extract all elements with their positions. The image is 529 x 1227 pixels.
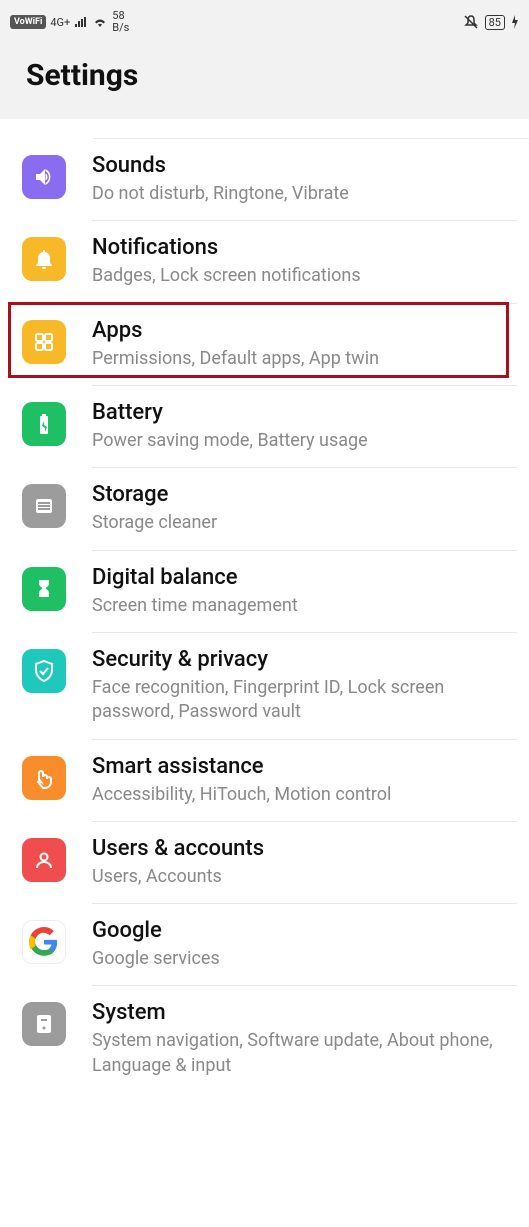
status-left: VoWiFi 4G+ 58 B/s xyxy=(10,10,129,34)
item-title: Digital balance xyxy=(92,565,517,590)
apps-icon xyxy=(22,320,66,364)
item-title: Security & privacy xyxy=(92,647,517,672)
item-subtitle: Do not disturb, Ringtone, Vibrate xyxy=(92,182,517,206)
settings-list: Sounds Do not disturb, Ringtone, Vibrate… xyxy=(0,119,529,1092)
settings-item-notifications[interactable]: Notifications Badges, Lock screen notifi… xyxy=(0,221,529,303)
settings-item-storage[interactable]: Storage Storage cleaner xyxy=(0,468,529,550)
signal-icon xyxy=(74,16,88,28)
settings-item-smart-assistance[interactable]: Smart assistance Accessibility, HiTouch,… xyxy=(0,740,529,822)
settings-item-sounds[interactable]: Sounds Do not disturb, Ringtone, Vibrate xyxy=(0,139,529,221)
sounds-icon xyxy=(22,155,66,199)
item-title: Users & accounts xyxy=(92,836,517,861)
google-icon xyxy=(22,920,66,964)
header: VoWiFi 4G+ 58 B/s 85 Settings xyxy=(0,0,529,119)
item-title: Smart assistance xyxy=(92,754,517,779)
charging-icon xyxy=(511,15,519,29)
security-icon xyxy=(22,649,66,693)
system-icon xyxy=(22,1002,66,1046)
item-title: Apps xyxy=(92,318,517,343)
item-subtitle: Screen time management xyxy=(92,594,517,618)
settings-item-system[interactable]: System System navigation, Software updat… xyxy=(0,986,529,1092)
settings-item-google[interactable]: Google Google services xyxy=(0,904,529,986)
network-speed: 58 B/s xyxy=(112,10,129,34)
notifications-icon xyxy=(22,237,66,281)
settings-item-apps[interactable]: Apps Permissions, Default apps, App twin xyxy=(0,304,529,386)
item-title: Battery xyxy=(92,400,517,425)
item-subtitle: Google services xyxy=(92,947,517,971)
settings-item-battery[interactable]: Battery Power saving mode, Battery usage xyxy=(0,386,529,468)
storage-icon xyxy=(22,484,66,528)
item-title: Notifications xyxy=(92,235,517,260)
settings-item-users-accounts[interactable]: Users & accounts Users, Accounts xyxy=(0,822,529,904)
item-title: System xyxy=(92,1000,517,1025)
speed-unit: B/s xyxy=(112,22,129,34)
wifi-icon xyxy=(92,16,108,28)
users-accounts-icon xyxy=(22,838,66,882)
settings-item-security[interactable]: Security & privacy Face recognition, Fin… xyxy=(0,633,529,740)
item-title: Storage xyxy=(92,482,517,507)
item-title: Sounds xyxy=(92,153,517,178)
item-title: Google xyxy=(92,918,517,943)
item-subtitle: Users, Accounts xyxy=(92,865,517,889)
item-subtitle: Badges, Lock screen notifications xyxy=(92,264,517,288)
item-subtitle: Permissions, Default apps, App twin xyxy=(92,347,517,371)
network-indicator: 4G+ xyxy=(50,17,70,28)
battery-indicator: 85 xyxy=(485,15,505,30)
digital-balance-icon xyxy=(22,567,66,611)
battery-icon xyxy=(22,402,66,446)
previous-item-cutoff xyxy=(93,119,529,139)
settings-item-digital-balance[interactable]: Digital balance Screen time management xyxy=(0,551,529,633)
smart-assistance-icon xyxy=(22,756,66,800)
status-right: 85 xyxy=(463,14,519,30)
status-bar: VoWiFi 4G+ 58 B/s 85 xyxy=(0,0,529,40)
vowifi-badge: VoWiFi xyxy=(10,15,46,29)
item-subtitle: Face recognition, Fingerprint ID, Lock s… xyxy=(92,676,517,725)
item-subtitle: Storage cleaner xyxy=(92,511,517,535)
mute-icon xyxy=(463,14,479,30)
item-subtitle: System navigation, Software update, Abou… xyxy=(92,1029,517,1078)
page-title: Settings xyxy=(0,40,529,111)
item-subtitle: Power saving mode, Battery usage xyxy=(92,429,517,453)
item-subtitle: Accessibility, HiTouch, Motion control xyxy=(92,783,517,807)
